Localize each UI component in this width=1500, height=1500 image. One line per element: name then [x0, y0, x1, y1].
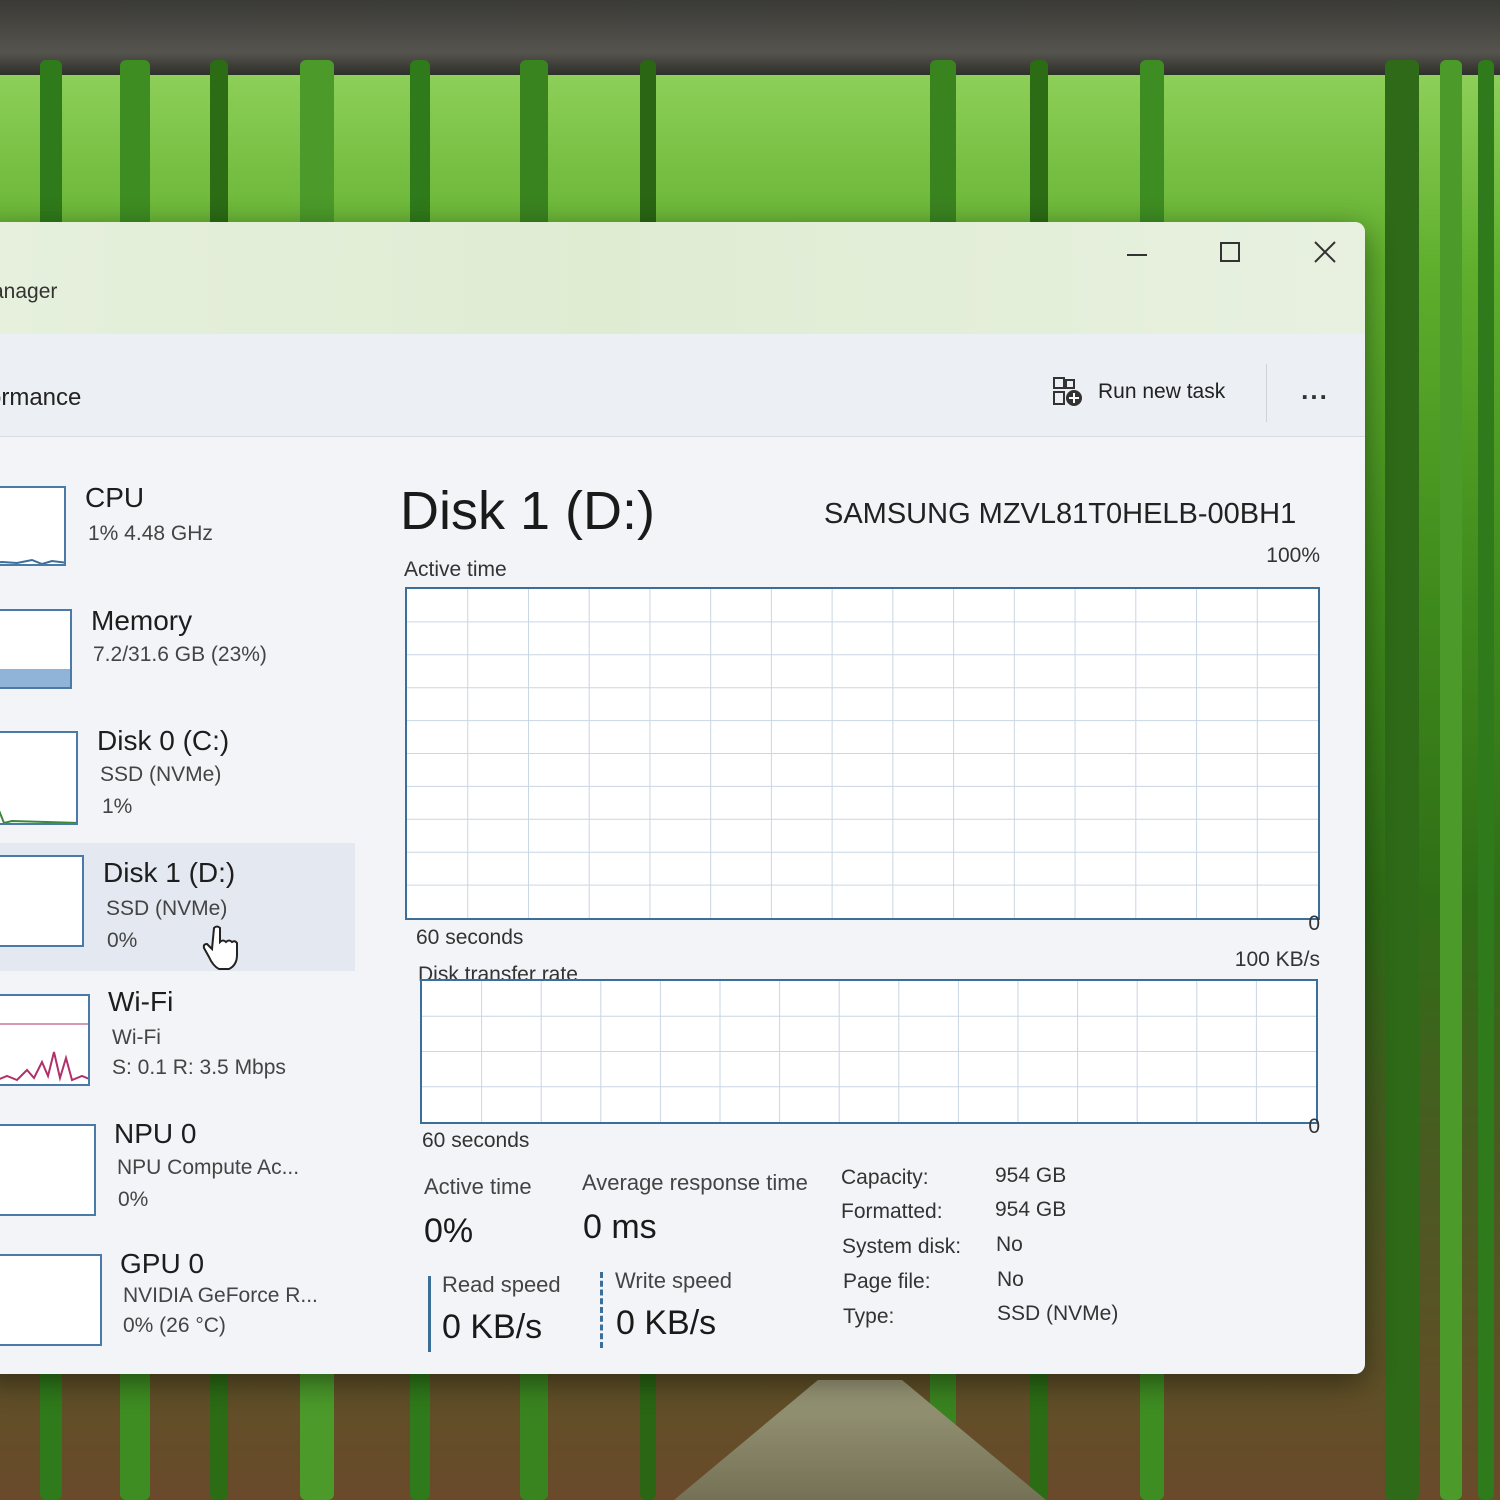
run-new-task-label: Run new task	[1098, 380, 1226, 403]
prop-page-file-key: Page file:	[843, 1270, 931, 1293]
close-button[interactable]	[1295, 230, 1355, 274]
more-icon: ...	[1301, 374, 1329, 405]
prop-capacity-key: Capacity:	[841, 1166, 929, 1189]
task-manager-window: anager ormance Run new task ...	[0, 222, 1365, 1374]
active-time-stat-label: Active time	[424, 1174, 532, 1199]
disk-title: Disk 1 (D:)	[400, 481, 655, 541]
disk-model: SAMSUNG MZVL81T0HELB-00BH1	[824, 498, 1297, 530]
prop-formatted-value: 954 GB	[995, 1198, 1067, 1221]
maximize-icon	[1220, 242, 1240, 262]
active-time-min-label: 0	[1308, 912, 1320, 935]
sidebar-item-wifi[interactable]: Wi-Fi Wi-Fi S: 0.1 R: 3.5 Mbps	[0, 982, 355, 1100]
avg-response-stat-label: Average response time	[582, 1170, 808, 1195]
prop-page-file-value: No	[997, 1268, 1024, 1291]
sidebar-item-detail: SSD (NVMe)	[106, 897, 228, 920]
sidebar-item-title: CPU	[85, 482, 145, 513]
transfer-rate-min-label: 0	[1308, 1115, 1320, 1138]
sidebar-item-cpu[interactable]: CPU 1% 4.48 GHz	[0, 474, 355, 592]
disk0-thumbnail-graph	[0, 731, 78, 825]
page-title: ormance	[0, 384, 82, 411]
sidebar-item-disk-0[interactable]: Disk 0 (C:) SSD (NVMe) 1%	[0, 719, 355, 837]
sidebar-item-detail: Wi-Fi	[112, 1026, 161, 1049]
header-divider	[1266, 364, 1267, 422]
avg-response-stat-value: 0 ms	[583, 1208, 657, 1246]
transfer-rate-graph	[420, 979, 1318, 1124]
close-icon	[1314, 241, 1336, 263]
wifi-thumbnail-graph	[0, 994, 90, 1086]
active-time-graph	[405, 587, 1320, 920]
graph-grid	[407, 589, 1318, 918]
memory-thumbnail-graph	[0, 609, 72, 689]
prop-type-key: Type:	[843, 1305, 895, 1328]
prop-type-value: SSD (NVMe)	[997, 1302, 1119, 1325]
prop-formatted-key: Formatted:	[841, 1200, 943, 1223]
write-speed-legend	[600, 1272, 603, 1348]
write-speed-value: 0 KB/s	[616, 1304, 717, 1342]
transfer-rate-duration-label: 60 seconds	[422, 1129, 530, 1152]
title-bar[interactable]: anager	[0, 222, 1365, 334]
sidebar-item-title: Disk 1 (D:)	[103, 857, 236, 888]
sidebar-item-title: Wi-Fi	[108, 986, 174, 1017]
sidebar-item-gpu[interactable]: GPU 0 NVIDIA GeForce R... 0% (26 °C)	[0, 1242, 355, 1360]
page-header: ormance Run new task ...	[0, 334, 1365, 437]
prop-capacity-value: 954 GB	[995, 1164, 1067, 1187]
sidebar-item-detail: 7.2/31.6 GB (23%)	[93, 643, 267, 666]
sidebar-item-detail: SSD (NVMe)	[100, 763, 222, 786]
minimize-button[interactable]	[1107, 230, 1167, 274]
active-time-stat-value: 0%	[424, 1212, 474, 1250]
sidebar-item-usage: 0%	[118, 1188, 149, 1211]
read-speed-legend	[428, 1276, 431, 1352]
prop-system-disk-key: System disk:	[842, 1235, 962, 1258]
write-speed-label: Write speed	[615, 1268, 732, 1293]
graph-grid	[422, 981, 1316, 1122]
maximize-button[interactable]	[1200, 230, 1260, 274]
sidebar-item-title: Disk 0 (C:)	[97, 725, 230, 756]
npu-thumbnail-graph	[0, 1124, 96, 1216]
gpu-thumbnail-graph	[0, 1254, 102, 1346]
read-speed-label: Read speed	[442, 1272, 561, 1297]
sidebar-item-title: Memory	[91, 605, 193, 636]
sidebar-item-npu[interactable]: NPU 0 NPU Compute Ac... 0%	[0, 1112, 355, 1230]
sidebar-item-throughput: S: 0.1 R: 3.5 Mbps	[112, 1056, 286, 1079]
sidebar-item-memory[interactable]: Memory 7.2/31.6 GB (23%)	[0, 597, 355, 715]
prop-system-disk-value: No	[996, 1233, 1023, 1256]
cpu-thumbnail-graph	[0, 486, 66, 566]
minimize-icon	[1127, 254, 1147, 256]
sidebar-item-disk-1[interactable]: Disk 1 (D:) SSD (NVMe) 0%	[0, 843, 355, 971]
sidebar-item-detail: 1% 4.48 GHz	[88, 522, 213, 545]
active-time-chart-label: Active time	[404, 558, 507, 581]
active-time-max-label: 100%	[1266, 544, 1320, 567]
sidebar-item-usage: 0% (26 °C)	[123, 1314, 226, 1337]
run-task-icon	[1053, 377, 1082, 406]
hand-cursor-icon	[202, 925, 238, 970]
transfer-rate-max-label: 100 KB/s	[1234, 948, 1320, 971]
sidebar-item-detail: NPU Compute Ac...	[117, 1156, 300, 1179]
app-title: anager	[0, 280, 58, 303]
more-options-button[interactable]: ...	[1290, 370, 1340, 410]
run-new-task-button[interactable]: Run new task	[1040, 368, 1237, 416]
sidebar-item-title: GPU 0	[120, 1248, 205, 1279]
sidebar-item-detail: NVIDIA GeForce R...	[123, 1284, 318, 1307]
sidebar-item-usage: 0%	[107, 929, 138, 952]
disk1-thumbnail-graph	[0, 855, 84, 947]
active-time-duration-label: 60 seconds	[416, 926, 524, 949]
sidebar-item-usage: 1%	[102, 795, 133, 818]
read-speed-value: 0 KB/s	[442, 1308, 543, 1346]
sidebar-item-title: NPU 0	[114, 1118, 197, 1149]
